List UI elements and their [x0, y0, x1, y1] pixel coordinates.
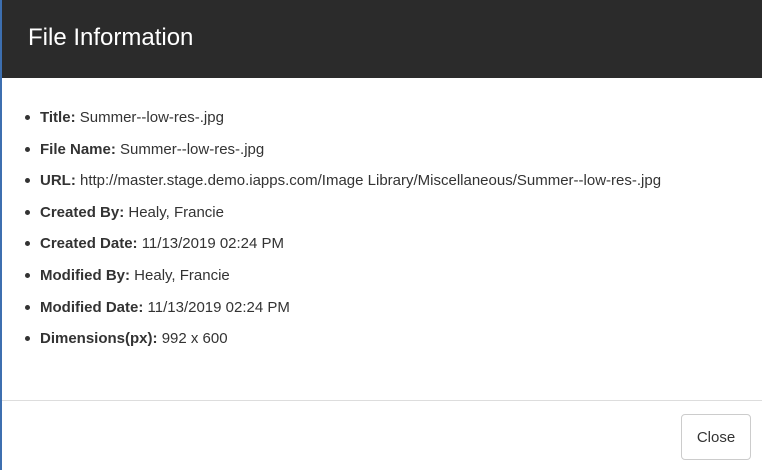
field-value: Summer--low-res-.jpg: [120, 140, 265, 158]
dialog-title: File Information: [28, 24, 194, 51]
field-value: 992 x 600: [161, 330, 228, 348]
field-label: Created Date:: [40, 235, 138, 253]
field-value: 11/13/2019 02:24 PM: [147, 298, 290, 316]
field-label: Dimensions(px):: [40, 330, 158, 348]
field-value: 11/13/2019 02:24 PM: [141, 235, 285, 253]
field-label: Modified By:: [40, 266, 130, 284]
field-label: Title:: [40, 109, 76, 126]
info-item-title: Title: Summer--low-res-.jpg: [24, 102, 661, 134]
field-value: Summer--low-res-.jpg: [79, 109, 224, 126]
bullet-icon: [25, 272, 30, 278]
field-label: URL:: [40, 172, 76, 190]
bullet-icon: [25, 115, 30, 120]
field-value: Healy, Francie: [134, 266, 230, 284]
info-item-file-name: File Name: Summer--low-res-.jpg: [24, 134, 661, 166]
bullet-icon: [25, 304, 30, 310]
info-item-url: URL: http://master.stage.demo.iapps.com/…: [24, 165, 661, 197]
info-item-created-by: Created By: Healy, Francie: [24, 197, 661, 229]
bullet-icon: [25, 178, 30, 184]
bullet-icon: [25, 146, 30, 152]
field-value: http://master.stage.demo.iapps.com/Image…: [80, 172, 662, 190]
field-value: Healy, Francie: [128, 203, 224, 221]
field-label: Created By:: [40, 203, 125, 221]
file-info-list: Title: Summer--low-res-.jpg File Name: S…: [24, 102, 661, 355]
info-item-dimensions: Dimensions(px): 992 x 600: [24, 323, 661, 355]
field-label: File Name:: [40, 140, 116, 158]
info-item-modified-date: Modified Date: 11/13/2019 02:24 PM: [24, 292, 661, 324]
dialog-body: Title: Summer--low-res-.jpg File Name: S…: [2, 78, 762, 400]
info-item-created-date: Created Date: 11/13/2019 02:24 PM: [24, 228, 661, 260]
bullet-icon: [25, 336, 30, 342]
bullet-icon: [25, 209, 30, 215]
bullet-icon: [25, 241, 30, 247]
close-button[interactable]: Close: [681, 414, 751, 460]
footer-divider: [2, 400, 762, 401]
field-label: Modified Date:: [40, 298, 144, 316]
info-item-modified-by: Modified By: Healy, Francie: [24, 260, 661, 292]
dialog-header: File Information: [2, 0, 762, 78]
